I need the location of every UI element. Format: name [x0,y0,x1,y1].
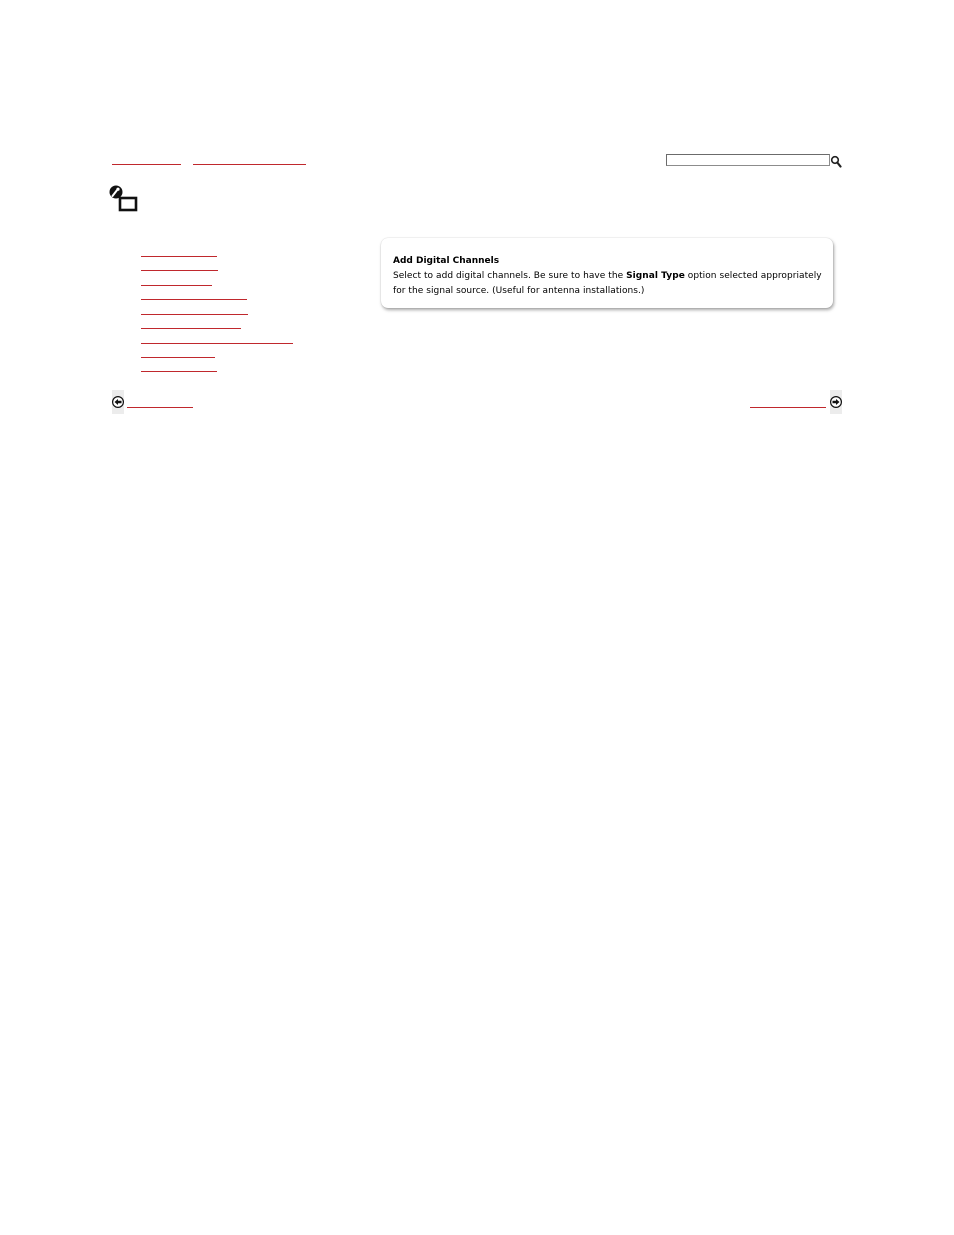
search-input[interactable] [666,154,830,166]
sidebar-item-6[interactable] [141,319,241,329]
sidebar-item-8[interactable] [141,348,215,358]
info-box: Add Digital Channels Select to add digit… [381,238,833,308]
info-text-bold: Signal Type [626,271,685,281]
info-text: Select to add digital channels. Be sure … [393,269,823,299]
sidebar-item-4[interactable] [141,290,247,300]
sidebar-item-3[interactable] [141,276,212,286]
sidebar-item-2[interactable] [141,261,218,271]
sidebar-item-7[interactable] [141,334,293,344]
settings-icon [107,185,139,213]
arrow-right-icon [830,396,842,408]
magnifier-icon [830,155,842,168]
prev-link[interactable] [127,397,193,408]
next-button[interactable] [830,390,842,414]
sidebar-item-1[interactable] [141,247,217,257]
sidebar-item-5[interactable] [141,305,248,315]
next-link[interactable] [750,397,826,408]
search-button[interactable] [830,153,842,168]
info-title: Add Digital Channels [393,256,500,266]
breadcrumb-link-1[interactable] [112,154,181,165]
sidebar-item-9[interactable] [141,362,217,372]
prev-button[interactable] [112,390,124,414]
arrow-left-icon [112,396,124,408]
breadcrumb-link-2[interactable] [193,154,306,165]
info-text-before: Select to add digital channels. Be sure … [393,271,627,281]
